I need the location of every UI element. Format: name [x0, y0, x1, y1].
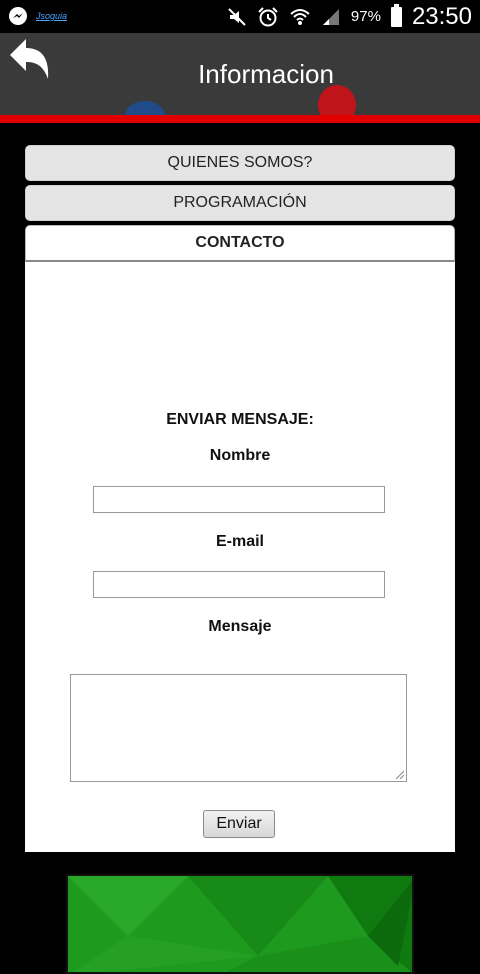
wifi-icon [290, 8, 310, 25]
battery-percent: 97% [350, 8, 381, 25]
name-field[interactable] [93, 486, 385, 513]
green-banner-image [66, 874, 414, 974]
contact-panel: ENVIAR MENSAJE: Nombre E-mail Mensaje En… [25, 262, 455, 974]
status-left: Jsoguia [8, 6, 67, 26]
app-header: Informacion [0, 33, 480, 115]
email-label: E-mail [215, 533, 264, 550]
message-textarea[interactable] [70, 674, 407, 782]
email-field[interactable] [93, 571, 385, 598]
header-accent-line [0, 115, 480, 123]
submit-button[interactable]: Enviar [203, 810, 275, 838]
header-decoration [125, 101, 165, 115]
status-right: 97% 23:50 [227, 0, 472, 33]
status-bar: Jsoguia 97% 23:50 [0, 0, 480, 33]
messenger-icon [9, 7, 27, 25]
tab-programacion[interactable]: PROGRAMACIÓN [25, 185, 455, 221]
resize-grip-icon[interactable] [394, 769, 404, 779]
status-time: 23:50 [411, 2, 472, 30]
signal-icon [322, 8, 339, 25]
battery-icon [390, 3, 402, 27]
accordion-container: QUIENES SOMOS? PROGRAMACIÓN CONTACTO ENV… [25, 145, 455, 974]
page-title: Informacion [198, 59, 334, 89]
banner-pattern [68, 876, 412, 972]
tab-quienes-somos[interactable]: QUIENES SOMOS? [25, 145, 455, 181]
alarm-icon [258, 6, 278, 26]
name-label: Nombre [209, 447, 271, 464]
status-app-label: Jsoguia [36, 11, 68, 21]
message-label: Mensaje [208, 618, 272, 635]
tab-contacto[interactable]: CONTACTO [25, 225, 455, 262]
form-title: ENVIAR MENSAJE: [166, 411, 314, 428]
mute-icon [228, 7, 246, 26]
